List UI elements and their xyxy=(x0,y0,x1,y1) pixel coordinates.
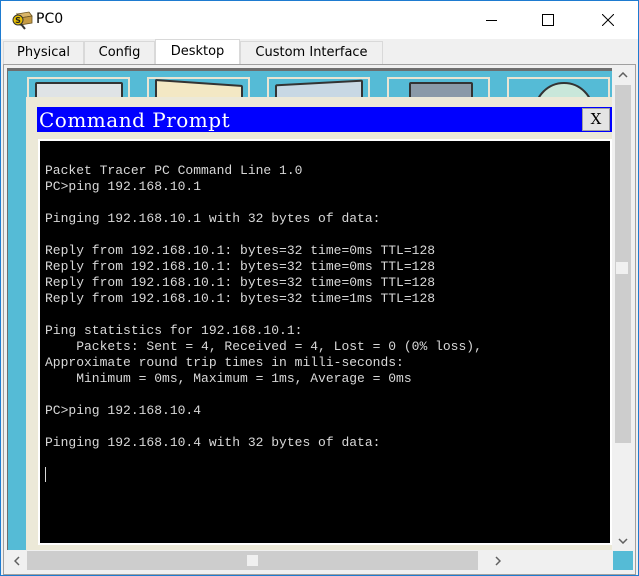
chevron-down-icon xyxy=(618,538,628,544)
packet-tracer-pc-icon: S xyxy=(12,11,33,30)
terminal-line: Pinging 192.168.10.4 with 32 bytes of da… xyxy=(45,435,381,450)
terminal-lines: Packet Tracer PC Command Line 1.0 PC>ping… xyxy=(45,163,610,467)
tab-custom-interface[interactable]: Custom Interface xyxy=(240,41,383,64)
terminal-line: PC>ping 192.168.10.4 xyxy=(45,403,202,418)
maximize-button[interactable] xyxy=(525,1,571,39)
terminal-line: Approximate round trip times in milli-se… xyxy=(45,355,404,370)
command-prompt-title: Command Prompt xyxy=(39,108,231,132)
tab-desktop[interactable]: Desktop xyxy=(155,39,240,64)
scroll-down-button[interactable] xyxy=(613,531,633,551)
horizontal-scroll-track[interactable] xyxy=(27,551,478,570)
minimize-button[interactable] xyxy=(469,1,515,39)
terminal-line: Reply from 192.168.10.1: bytes=32 time=0… xyxy=(45,259,436,274)
terminal-line: Reply from 192.168.10.1: bytes=32 time=0… xyxy=(45,243,436,258)
terminal-line: Ping statistics for 192.168.10.1: xyxy=(45,323,303,338)
terminal-output[interactable]: Packet Tracer PC Command Line 1.0 PC>ping… xyxy=(38,139,612,545)
terminal-line: PC>ping 192.168.10.1 xyxy=(45,179,202,194)
chevron-left-icon xyxy=(14,555,20,566)
svg-text:S: S xyxy=(15,16,21,25)
scroll-up-button[interactable] xyxy=(613,65,633,85)
text-cursor xyxy=(45,467,46,483)
minimize-icon xyxy=(486,20,497,21)
terminal-line: Minimum = 0ms, Maximum = 1ms, Average = … xyxy=(45,371,412,386)
title-bar[interactable]: S PC0 xyxy=(1,1,638,39)
tab-physical[interactable]: Physical xyxy=(3,41,84,64)
terminal-line: Reply from 192.168.10.1: bytes=32 time=1… xyxy=(45,291,436,306)
scrollbar-corner xyxy=(613,551,633,570)
command-prompt-title-bar[interactable]: Command Prompt X xyxy=(37,107,612,132)
chevron-right-icon xyxy=(495,555,501,566)
close-button[interactable] xyxy=(585,1,631,39)
chevron-up-icon xyxy=(618,72,628,78)
terminal-line: Packets: Sent = 4, Received = 4, Lost = … xyxy=(45,339,482,354)
terminal-line: Reply from 192.168.10.1: bytes=32 time=0… xyxy=(45,275,436,290)
tab-config[interactable]: Config xyxy=(84,41,155,64)
horizontal-scrollbar[interactable] xyxy=(7,551,613,570)
terminal-input-line[interactable] xyxy=(45,467,610,483)
terminal-line: Pinging 192.168.10.1 with 32 bytes of da… xyxy=(45,211,381,226)
maximize-icon xyxy=(542,14,554,26)
window-title: PC0 xyxy=(36,11,64,27)
terminal-line: Packet Tracer PC Command Line 1.0 xyxy=(45,163,303,178)
vertical-scrollbar[interactable] xyxy=(613,65,633,551)
scroll-right-button[interactable] xyxy=(488,551,508,570)
command-prompt-window: Command Prompt X Packet Tracer PC Comman… xyxy=(26,97,612,550)
command-prompt-close-button[interactable]: X xyxy=(582,108,610,131)
pc0-window: S PC0 Physical Config Desktop Custom Int… xyxy=(0,0,639,576)
vertical-scroll-thumb[interactable] xyxy=(616,262,628,274)
close-icon xyxy=(602,14,614,26)
vertical-scroll-track[interactable] xyxy=(615,85,631,443)
tab-bar: Physical Config Desktop Custom Interface xyxy=(1,39,638,64)
horizontal-scroll-thumb[interactable] xyxy=(247,555,258,566)
scroll-left-button[interactable] xyxy=(7,551,27,570)
desktop-area: Command Prompt X Packet Tracer PC Comman… xyxy=(7,68,612,550)
desktop-panel: Command Prompt X Packet Tracer PC Comman… xyxy=(3,64,636,575)
